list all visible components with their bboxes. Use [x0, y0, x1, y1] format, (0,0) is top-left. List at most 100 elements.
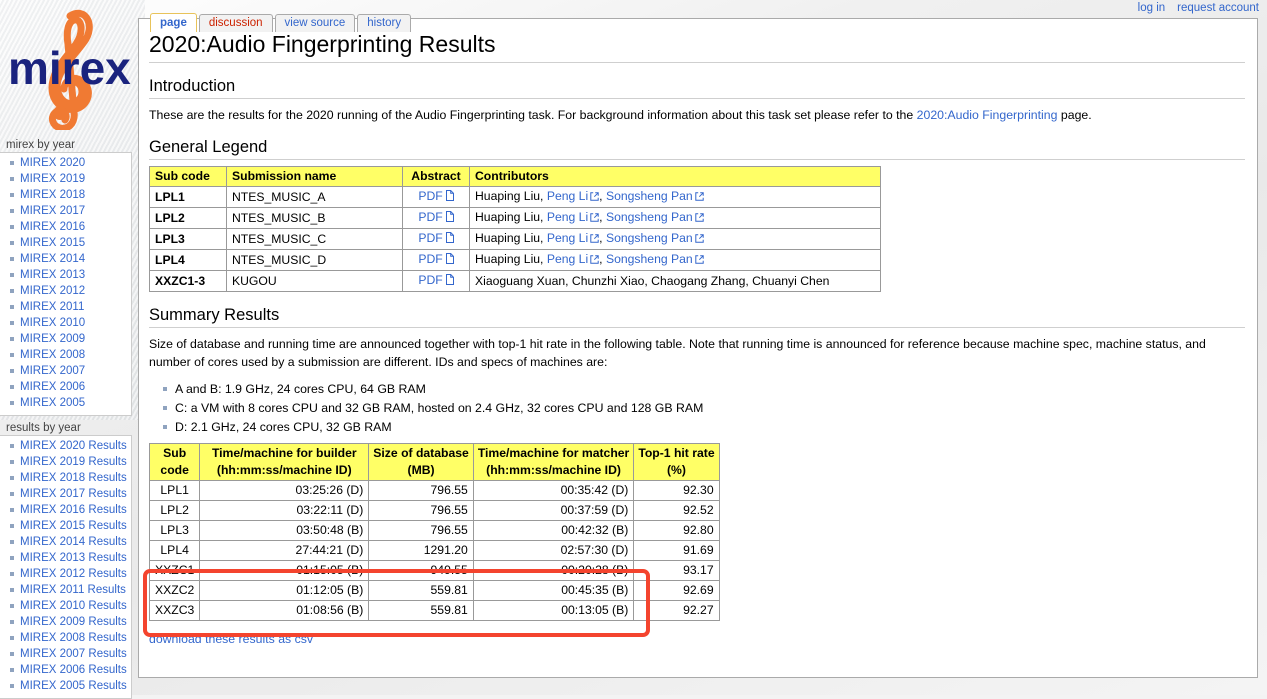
introduction-paragraph: These are the results for the 2020 runni…: [149, 107, 1245, 125]
personal-links: log in request account: [1138, 0, 1259, 16]
list-item[interactable]: MIREX 2006: [0, 379, 131, 395]
list-item[interactable]: MIREX 2014: [0, 251, 131, 267]
contributor-plain: Huaping Liu,: [475, 210, 547, 224]
list-item[interactable]: MIREX 2019: [0, 171, 131, 187]
audio-fingerprinting-link[interactable]: 2020:Audio Fingerprinting: [917, 108, 1058, 122]
sidebar-item-mirex-2012[interactable]: MIREX 2012: [20, 285, 85, 297]
list-item[interactable]: MIREX 2007: [0, 363, 131, 379]
sidebar-item-mirex-2006[interactable]: MIREX 2006: [20, 381, 85, 393]
list-item[interactable]: MIREX 2005 Results: [0, 678, 131, 694]
table-row-highlighted: XXZC3 01:08:56 (B) 559.81 00:13:05 (B) 9…: [150, 601, 720, 621]
list-item[interactable]: MIREX 2018: [0, 187, 131, 203]
list-item[interactable]: MIREX 2011 Results: [0, 582, 131, 598]
sidebar-item-mirex-2010[interactable]: MIREX 2010: [20, 317, 85, 329]
sidebar-item-mirex-2015[interactable]: MIREX 2015: [20, 237, 85, 249]
sidebar-item-results-2020[interactable]: MIREX 2020 Results: [20, 440, 127, 452]
sidebar-item-mirex-2008[interactable]: MIREX 2008: [20, 349, 85, 361]
list-item[interactable]: MIREX 2009: [0, 331, 131, 347]
sidebar-item-mirex-2018[interactable]: MIREX 2018: [20, 189, 85, 201]
sidebar-item-results-2014[interactable]: MIREX 2014 Results: [20, 536, 127, 548]
list-item[interactable]: MIREX 2005: [0, 395, 131, 411]
list-item[interactable]: MIREX 2009 Results: [0, 614, 131, 630]
sidebar-item-results-2016[interactable]: MIREX 2016 Results: [20, 504, 127, 516]
table-row-highlighted: XXZC2 01:12:05 (B) 559.81 00:45:35 (B) 9…: [150, 581, 720, 601]
list-item[interactable]: MIREX 2013: [0, 267, 131, 283]
contributor-link-songsheng-pan[interactable]: Songsheng Pan: [606, 252, 693, 266]
list-item[interactable]: MIREX 2010: [0, 315, 131, 331]
contributor-link-songsheng-pan[interactable]: Songsheng Pan: [606, 189, 693, 203]
sidebar-item-results-2008[interactable]: MIREX 2008 Results: [20, 632, 127, 644]
sidebar-item-mirex-2019[interactable]: MIREX 2019: [20, 173, 85, 185]
sidebar-item-results-2017[interactable]: MIREX 2017 Results: [20, 488, 127, 500]
sidebar-item-results-2018[interactable]: MIREX 2018 Results: [20, 472, 127, 484]
list-item[interactable]: MIREX 2007 Results: [0, 646, 131, 662]
contributor-link-peng-li[interactable]: Peng Li: [547, 231, 588, 245]
list-item[interactable]: MIREX 2014 Results: [0, 534, 131, 550]
list-item[interactable]: MIREX 2006 Results: [0, 662, 131, 678]
pdf-link[interactable]: PDF: [418, 252, 453, 266]
sidebar-item-results-2011[interactable]: MIREX 2011 Results: [20, 584, 126, 596]
cell-hit-rate: 92.80: [634, 521, 719, 541]
list-item[interactable]: MIREX 2020: [0, 155, 131, 171]
list-item[interactable]: MIREX 2015: [0, 235, 131, 251]
sidebar-item-results-2006[interactable]: MIREX 2006 Results: [20, 664, 127, 676]
sidebar-item-mirex-2013[interactable]: MIREX 2013: [20, 269, 85, 281]
sidebar-item-results-2007[interactable]: MIREX 2007 Results: [20, 648, 127, 660]
pdf-link[interactable]: PDF: [418, 231, 453, 245]
list-item[interactable]: MIREX 2020 Results: [0, 438, 131, 454]
sidebar-item-results-2005[interactable]: MIREX 2005 Results: [20, 680, 127, 692]
list-item[interactable]: MIREX 2010 Results: [0, 598, 131, 614]
sidebar-item-results-2015[interactable]: MIREX 2015 Results: [20, 520, 127, 532]
sidebar-item-mirex-2020[interactable]: MIREX 2020: [20, 157, 85, 169]
sidebar-item-mirex-2011[interactable]: MIREX 2011: [20, 301, 84, 313]
contributor-link-peng-li[interactable]: Peng Li: [547, 189, 588, 203]
sidebar-item-mirex-2005[interactable]: MIREX 2005: [20, 397, 85, 409]
sidebar-list-mirex-by-year: MIREX 2020 MIREX 2019 MIREX 2018 MIREX 2…: [0, 155, 131, 411]
tab-view-source[interactable]: view source: [275, 14, 356, 32]
list-item[interactable]: MIREX 2013 Results: [0, 550, 131, 566]
download-csv-link[interactable]: download these results as csv: [149, 632, 313, 646]
cell-contributors: Huaping Liu, Peng Li, Songsheng Pan: [470, 229, 881, 250]
list-item[interactable]: MIREX 2015 Results: [0, 518, 131, 534]
sidebar-item-mirex-2016[interactable]: MIREX 2016: [20, 221, 85, 233]
sidebar-item-results-2009[interactable]: MIREX 2009 Results: [20, 616, 127, 628]
contributor-link-songsheng-pan[interactable]: Songsheng Pan: [606, 231, 693, 245]
request-account-link[interactable]: request account: [1177, 2, 1259, 14]
list-item[interactable]: MIREX 2011: [0, 299, 131, 315]
pdf-link[interactable]: PDF: [418, 189, 453, 203]
contributor-link-peng-li[interactable]: Peng Li: [547, 252, 588, 266]
list-item[interactable]: MIREX 2016 Results: [0, 502, 131, 518]
tab-history[interactable]: history: [357, 14, 411, 32]
list-item[interactable]: MIREX 2018 Results: [0, 470, 131, 486]
sidebar-item-results-2013[interactable]: MIREX 2013 Results: [20, 552, 127, 564]
log-in-link[interactable]: log in: [1138, 2, 1166, 14]
sidebar-item-results-2019[interactable]: MIREX 2019 Results: [20, 456, 127, 468]
cell-builder-time: 01:12:05 (B): [200, 581, 369, 601]
site-logo[interactable]: mirex: [0, 0, 145, 135]
contributor-link-peng-li[interactable]: Peng Li: [547, 210, 588, 224]
pdf-link[interactable]: PDF: [418, 210, 453, 224]
sidebar-item-results-2012[interactable]: MIREX 2012 Results: [20, 568, 127, 580]
col-header-hit-rate: Top-1 hit rate(%): [634, 444, 719, 481]
list-item[interactable]: MIREX 2008: [0, 347, 131, 363]
list-item[interactable]: MIREX 2008 Results: [0, 630, 131, 646]
tab-page[interactable]: page: [150, 13, 197, 32]
sidebar-heading-results-by-year: results by year: [6, 422, 132, 434]
list-item[interactable]: MIREX 2017: [0, 203, 131, 219]
sidebar-item-results-2010[interactable]: MIREX 2010 Results: [20, 600, 127, 612]
list-item[interactable]: MIREX 2016: [0, 219, 131, 235]
contributor-link-songsheng-pan[interactable]: Songsheng Pan: [606, 210, 693, 224]
cell-sub-code: LPL4: [150, 250, 227, 271]
list-item[interactable]: MIREX 2012: [0, 283, 131, 299]
sidebar-item-mirex-2007[interactable]: MIREX 2007: [20, 365, 85, 377]
list-item[interactable]: MIREX 2012 Results: [0, 566, 131, 582]
table-row: LPL3 03:50:48 (B) 796.55 00:42:32 (B) 92…: [150, 521, 720, 541]
list-item[interactable]: MIREX 2017 Results: [0, 486, 131, 502]
sidebar-item-mirex-2009[interactable]: MIREX 2009: [20, 333, 85, 345]
sidebar-item-mirex-2014[interactable]: MIREX 2014: [20, 253, 85, 265]
sidebar-portlet-results-by-year: results by year MIREX 2020 Results MIREX…: [0, 422, 132, 699]
pdf-link[interactable]: PDF: [418, 273, 453, 287]
list-item[interactable]: MIREX 2019 Results: [0, 454, 131, 470]
tab-discussion[interactable]: discussion: [199, 14, 273, 32]
sidebar-item-mirex-2017[interactable]: MIREX 2017: [20, 205, 85, 217]
